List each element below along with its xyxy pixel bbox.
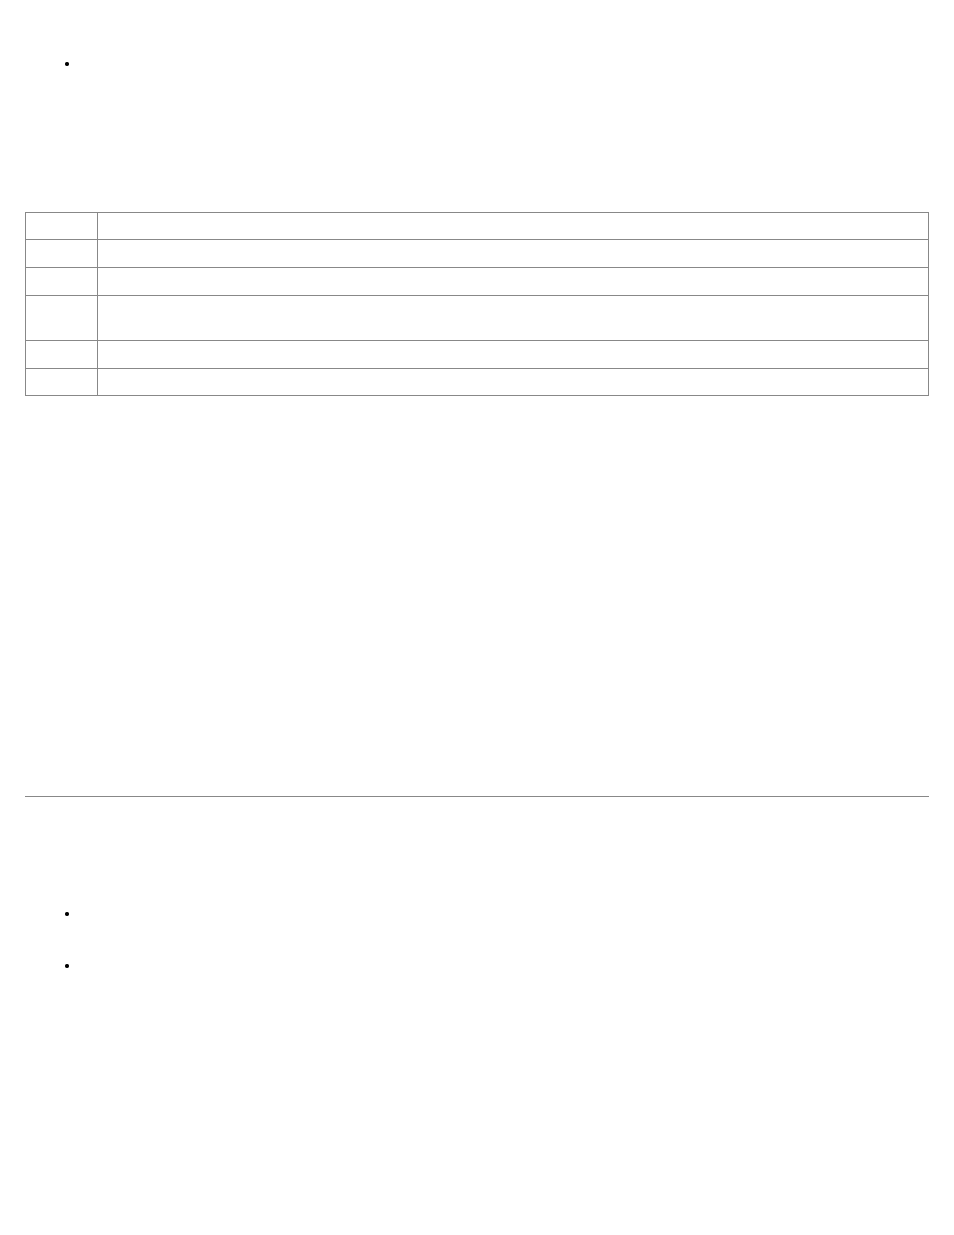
- table-cell: [98, 296, 929, 341]
- top-bullet-list: [25, 55, 929, 71]
- table-cell: [98, 341, 929, 369]
- table-cell: [26, 240, 98, 268]
- page-link[interactable]: [25, 131, 95, 149]
- table-cell: [26, 369, 98, 396]
- table-row: [26, 369, 929, 396]
- table-row: [26, 213, 929, 240]
- table-cell: [26, 341, 98, 369]
- table-row: [26, 240, 929, 268]
- data-table: [25, 212, 929, 396]
- table-row: [26, 268, 929, 296]
- table-cell: [26, 296, 98, 341]
- list-item: [80, 55, 929, 71]
- list-item: [80, 905, 929, 921]
- table-cell: [26, 268, 98, 296]
- table-row: [26, 341, 929, 369]
- table-cell: [98, 369, 929, 396]
- list-item: [80, 957, 929, 973]
- table-cell: [98, 240, 929, 268]
- bottom-bullet-list: [25, 905, 929, 973]
- table-cell: [26, 213, 98, 240]
- table-cell: [98, 268, 929, 296]
- table-cell: [98, 213, 929, 240]
- table-row: [26, 296, 929, 341]
